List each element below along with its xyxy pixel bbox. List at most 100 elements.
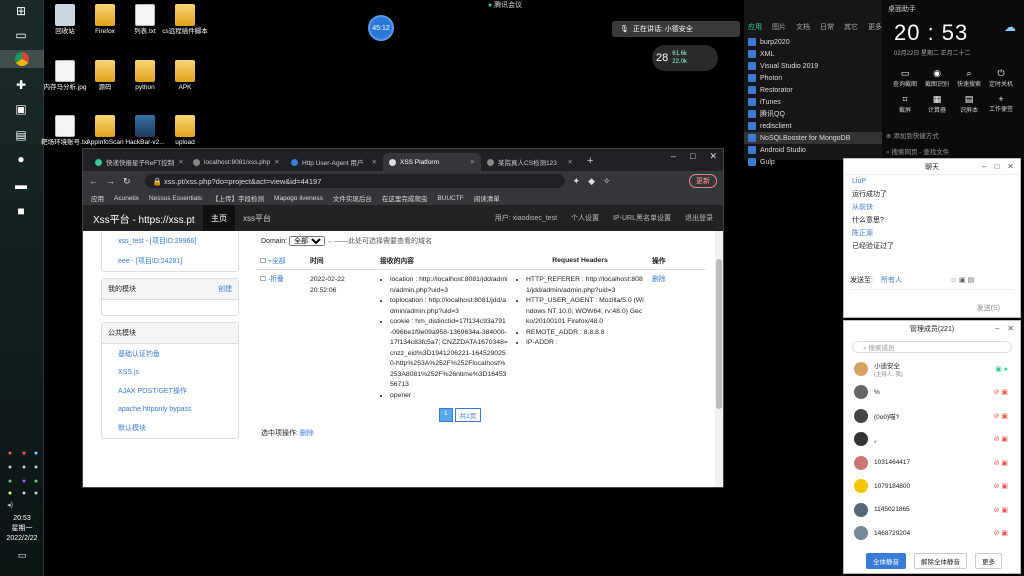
mic-on-icon[interactable]: ▣ ● xyxy=(995,365,1008,373)
quick-search[interactable]: ⌕ 搜索网页 - 查找文件 xyxy=(886,146,949,157)
launcher-app[interactable]: Visual Studio 2019 xyxy=(744,60,882,72)
quick-action[interactable]: ▦ 计算器 xyxy=(922,94,952,114)
close-icon[interactable]: ✕ xyxy=(372,158,377,166)
member-search-input[interactable]: ⌕ 搜索成员 xyxy=(852,341,1012,353)
member-item[interactable]: 1468729204 ⊘ ▣ xyxy=(844,522,1020,546)
scrollbar-thumb[interactable] xyxy=(716,259,722,409)
expand-all-link[interactable]: +全部 xyxy=(268,258,286,265)
quick-shortcut[interactable]: ⊕ 添加到快捷方式 xyxy=(886,130,939,140)
browser-tab[interactable]: 快递快报星子ReFT控制 ✕ xyxy=(89,153,187,171)
burp-taskbar-icon[interactable]: ■ xyxy=(10,202,32,220)
launcher-app[interactable]: burp2020 xyxy=(744,36,882,48)
mic-muted-icon[interactable]: ⊘ ▣ xyxy=(994,482,1008,490)
bookmark-item[interactable]: 应用 xyxy=(91,193,104,203)
nav-home[interactable]: 主页 xyxy=(203,205,235,231)
mic-muted-icon[interactable]: ⊘ ▣ xyxy=(994,412,1008,420)
minimize-button[interactable]: – xyxy=(982,162,986,171)
launcher-tab[interactable]: 应用 xyxy=(748,22,762,32)
launcher-app[interactable]: iTunes xyxy=(744,96,882,108)
launcher-app[interactable]: NoSQLBooster for MongoDB xyxy=(744,132,882,144)
update-button[interactable]: 更新 xyxy=(689,174,717,188)
taskbar-clock[interactable]: 20:53 星期一 2022/2/22 ▭ xyxy=(0,514,44,560)
create-module-link[interactable]: 创建 xyxy=(218,284,232,294)
bookmark-item[interactable]: Mapogo liveness xyxy=(274,195,323,202)
desktop-icon[interactable]: cs远程插件脚本 xyxy=(157,4,213,36)
module-link[interactable]: 基础认证钓鱼 xyxy=(102,344,238,364)
quick-action[interactable]: ⌗ 截屏 xyxy=(890,94,920,114)
extension-icon[interactable]: ✦ xyxy=(573,176,581,187)
mute-all-button[interactable]: 全体静音 xyxy=(866,553,906,569)
forward-icon[interactable]: → xyxy=(106,176,115,186)
volume-icon[interactable]: ◂) xyxy=(4,500,16,510)
nav-settings[interactable]: 个人设置 xyxy=(571,213,599,223)
mic-muted-icon[interactable]: ⊘ ▣ xyxy=(994,529,1008,537)
member-item[interactable]: % ⊘ ▣ xyxy=(844,381,1020,405)
mic-muted-icon[interactable]: ⊘ ▣ xyxy=(994,388,1008,396)
terminal-taskbar-icon[interactable]: ▬ xyxy=(10,176,32,194)
mic-muted-icon[interactable]: ⊘ ▣ xyxy=(994,459,1008,467)
bookmark-item[interactable]: BUUCTF xyxy=(437,195,463,202)
tray-icon[interactable]: ● xyxy=(18,448,30,458)
mic-muted-icon[interactable]: ⊘ ▣ xyxy=(994,435,1008,443)
close-icon[interactable]: ✕ xyxy=(1007,324,1014,333)
tray-icon[interactable]: ● xyxy=(4,476,16,486)
reading-list[interactable]: 阅读清单 xyxy=(474,193,500,203)
select-all-checkbox[interactable]: ☐ xyxy=(260,258,266,265)
bookmark-item[interactable]: 在这里完成爬虫 xyxy=(382,193,428,203)
desktop-icon[interactable]: APK xyxy=(157,60,213,92)
launcher-tab[interactable]: 更多 xyxy=(868,22,882,32)
quick-action[interactable]: ⏻ 定时关机 xyxy=(986,68,1016,88)
launcher-tab[interactable]: 日常 xyxy=(820,22,834,32)
delete-row-link[interactable]: 删除 xyxy=(652,276,666,283)
domain-select[interactable]: 全部 xyxy=(289,236,326,246)
windows-start-icon[interactable]: ⊞ xyxy=(10,2,32,20)
project-link[interactable]: eee - [项目ID:24281] xyxy=(102,251,238,271)
emoji-icon[interactable]: ☺ ▣ ▤ xyxy=(950,276,974,284)
tray-icon[interactable]: ● xyxy=(4,488,16,498)
row-checkbox[interactable]: ☐ xyxy=(260,276,266,283)
new-tab-button[interactable]: + xyxy=(579,155,601,171)
puzzle-icon[interactable]: ✧ xyxy=(603,176,611,187)
minimize-button[interactable]: – xyxy=(995,324,999,333)
browser-tab[interactable]: 某院真人CS检测123 ✕ xyxy=(481,153,579,171)
launcher-app[interactable]: Restorator xyxy=(744,84,882,96)
member-item[interactable]: 1031464417 ⊘ ▣ xyxy=(844,451,1020,475)
site-brand[interactable]: Xss平台 - https://xss.pt xyxy=(83,211,203,226)
send-to-select[interactable]: 所有人 xyxy=(881,275,902,285)
minimize-button[interactable]: – xyxy=(671,151,676,162)
launcher-app[interactable]: Android Studio xyxy=(744,144,882,156)
chat-input[interactable] xyxy=(850,289,1014,299)
tray-icon[interactable]: ● xyxy=(18,488,30,498)
member-item[interactable]: (0o0)喵? ⊘ ▣ xyxy=(844,404,1020,428)
launcher-app[interactable]: XML xyxy=(744,48,882,60)
popout-button[interactable]: □ xyxy=(994,162,999,171)
quick-action[interactable]: + 工作便签 xyxy=(986,94,1016,113)
page-scrollbar[interactable] xyxy=(715,231,723,487)
notification-icon[interactable]: ▭ xyxy=(0,550,44,560)
nav-blacklist[interactable]: IP-URL黑名单设置 xyxy=(613,213,671,223)
quick-action[interactable]: ⌕ 快速搜索 xyxy=(954,68,984,88)
launcher-app[interactable]: Photon xyxy=(744,72,882,84)
notepad-taskbar-icon[interactable]: ▤ xyxy=(10,126,32,144)
tray-icon[interactable]: ● xyxy=(4,448,16,458)
tray-icon[interactable]: ● xyxy=(30,488,42,498)
member-item[interactable]: 1079184800 ⊘ ▣ xyxy=(844,475,1020,499)
browser-tab[interactable]: localhost:8081/xss.php ✕ xyxy=(187,153,285,171)
launcher-tab[interactable]: 文档 xyxy=(796,22,810,32)
tray-icon[interactable]: ● xyxy=(30,448,42,458)
weather-icon[interactable]: ☁ xyxy=(1004,20,1016,34)
launcher-app[interactable]: redisclient xyxy=(744,120,882,132)
firefox-taskbar-icon[interactable]: ● xyxy=(10,150,32,168)
launcher-tab[interactable]: 图片 xyxy=(772,22,786,32)
tray-icon[interactable]: ● xyxy=(4,462,16,472)
bookmark-item[interactable]: Nessus Essentials xyxy=(149,195,202,202)
page-button[interactable]: 1 xyxy=(439,408,453,422)
quick-action[interactable]: ▭ 查询截图 xyxy=(890,68,920,88)
project-link[interactable]: xss_test - [项目ID:29966] xyxy=(102,231,238,251)
bookmark-item[interactable]: Acunetix xyxy=(114,195,139,202)
launcher-app[interactable]: 腾讯QQ xyxy=(744,108,882,120)
close-icon[interactable]: ✕ xyxy=(178,158,183,166)
member-item[interactable]: 小迪安全 (主持人, 我) ▣ ● xyxy=(844,357,1020,381)
member-item[interactable]: 1145021865 ⊘ ▣ xyxy=(844,498,1020,522)
tray-icon[interactable]: ● xyxy=(18,476,30,486)
